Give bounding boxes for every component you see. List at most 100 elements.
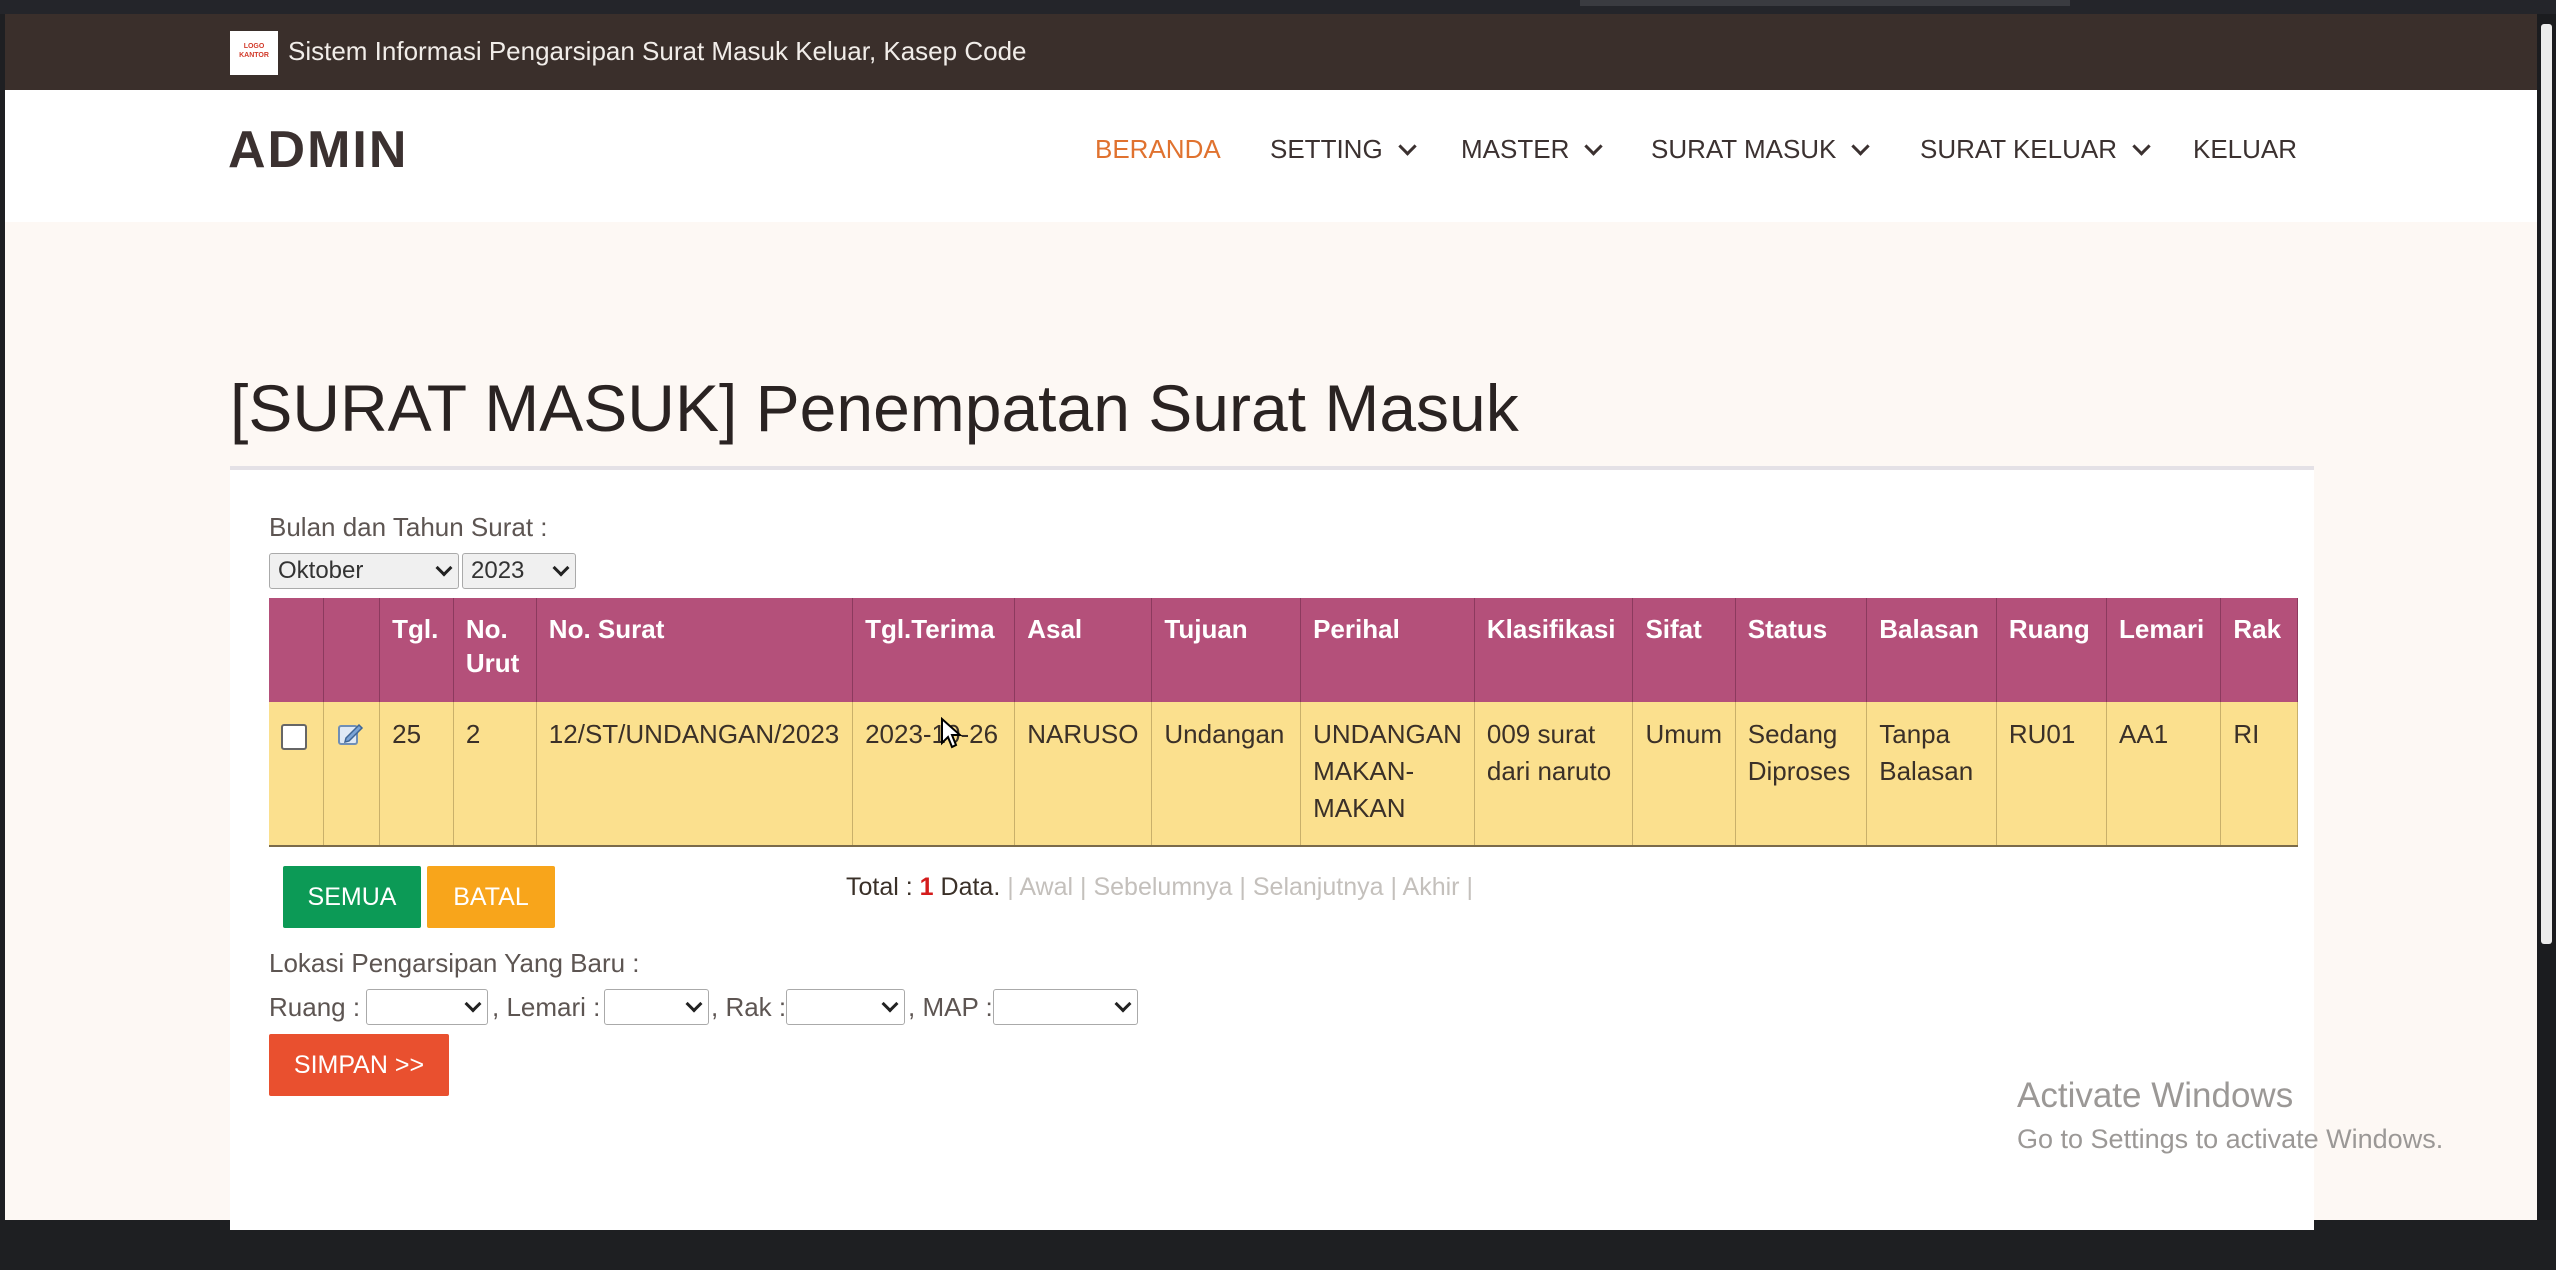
cell-klasifikasi: 009 surat dari naruto bbox=[1474, 702, 1634, 847]
nav-label: MASTER bbox=[1461, 134, 1570, 164]
col-header-tujuan: Tujuan bbox=[1151, 598, 1302, 702]
month-select-value: Oktober bbox=[278, 557, 364, 584]
nav-item-beranda[interactable]: BERANDA bbox=[1095, 134, 1221, 165]
pager-first-link[interactable]: Awal bbox=[1019, 873, 1073, 901]
col-header-balasan: Balasan bbox=[1866, 598, 1997, 702]
lemari-label: , Lemari : bbox=[492, 992, 601, 1022]
cell-perihal: UNDANGAN MAKAN-MAKAN bbox=[1300, 702, 1475, 847]
brand-logo[interactable]: ADMIN bbox=[228, 120, 408, 180]
pager-count: 1 bbox=[919, 873, 934, 901]
lemari-select[interactable] bbox=[604, 989, 709, 1025]
nav-item-keluar[interactable]: KELUAR bbox=[2193, 134, 2297, 165]
nav-label: SETTING bbox=[1270, 134, 1383, 164]
col-header-no-surat: No. Surat bbox=[536, 598, 854, 702]
chevron-down-icon bbox=[1114, 995, 1132, 1013]
browser-chrome bbox=[0, 0, 2556, 14]
content-card: Bulan dan Tahun Surat : Oktober 2023 Tgl… bbox=[230, 466, 2314, 1230]
col-header-sifat: Sifat bbox=[1632, 598, 1736, 702]
ruang-label: Ruang : bbox=[269, 992, 361, 1022]
pager-last-link[interactable]: Akhir bbox=[1403, 873, 1460, 901]
nav-item-master[interactable]: MASTER bbox=[1461, 134, 1604, 165]
chevron-down-icon bbox=[435, 559, 453, 577]
row-action-cell bbox=[323, 702, 381, 847]
chevron-down-icon bbox=[464, 995, 482, 1013]
page-scrollbar[interactable] bbox=[2537, 14, 2556, 1220]
col-header-status: Status bbox=[1735, 598, 1868, 702]
cell-no-urut: 2 bbox=[453, 702, 537, 847]
chevron-down-icon bbox=[881, 995, 899, 1013]
main-content: [SURAT MASUK] Penempatan Surat Masuk Bul… bbox=[5, 222, 2537, 1230]
col-header-action bbox=[323, 598, 381, 702]
map-select[interactable] bbox=[993, 989, 1138, 1025]
col-header-tgl-terima: Tgl.Terima bbox=[852, 598, 1016, 702]
filter-label: Bulan dan Tahun Surat : bbox=[269, 512, 548, 542]
col-header-rak: Rak bbox=[2220, 598, 2298, 702]
col-header-ruang: Ruang bbox=[1996, 598, 2108, 702]
map-label: , MAP : bbox=[908, 992, 993, 1022]
col-header-select bbox=[269, 598, 324, 702]
browser-tab-strip bbox=[1580, 0, 2070, 6]
chevron-down-icon bbox=[2132, 137, 2151, 156]
semua-button[interactable]: SEMUA bbox=[283, 866, 421, 928]
cell-rak: RI bbox=[2220, 702, 2298, 847]
col-header-no-urut: No. Urut bbox=[453, 598, 537, 702]
pagination: Total : 1 Data. | Awal | Sebelumnya | Se… bbox=[846, 873, 1473, 902]
top-info-bar: LOGO KANTOR Sistem Informasi Pengarsipan … bbox=[5, 14, 2537, 90]
cell-sifat: Umum bbox=[1632, 702, 1736, 847]
year-select[interactable]: 2023 bbox=[462, 553, 576, 589]
nav-item-surat-masuk[interactable]: SURAT MASUK bbox=[1651, 134, 1871, 165]
windows-watermark-title: Activate Windows bbox=[2017, 1076, 2294, 1115]
pager-separator: | bbox=[1390, 873, 1397, 901]
nav-label: SURAT KELUAR bbox=[1920, 134, 2117, 164]
col-header-perihal: Perihal bbox=[1300, 598, 1475, 702]
cell-tujuan: Undangan bbox=[1151, 702, 1302, 847]
col-header-asal: Asal bbox=[1014, 598, 1153, 702]
table-row: 25 2 12/ST/UNDANGAN/2023 2023-10-26 NARU… bbox=[269, 702, 2298, 847]
row-select-cell bbox=[269, 702, 324, 847]
col-header-tgl: Tgl. bbox=[379, 598, 454, 702]
location-label: Lokasi Pengarsipan Yang Baru : bbox=[269, 948, 640, 978]
pager-separator: | bbox=[1007, 873, 1014, 901]
table-header-row: Tgl. No. Urut No. Surat Tgl.Terima Asal … bbox=[269, 598, 2298, 702]
chevron-down-icon bbox=[1584, 137, 1604, 156]
site-title: Sistem Informasi Pengarsipan Surat Masuk… bbox=[288, 36, 1027, 66]
simpan-button[interactable]: SIMPAN >> bbox=[269, 1034, 449, 1096]
ruang-select[interactable] bbox=[366, 989, 488, 1025]
cell-asal: NARUSO bbox=[1014, 702, 1153, 847]
pager-data-label: Data. bbox=[940, 873, 1001, 901]
col-header-klasifikasi: Klasifikasi bbox=[1474, 598, 1634, 702]
mouse-cursor-icon bbox=[941, 717, 962, 749]
batal-button[interactable]: BATAL bbox=[427, 866, 555, 928]
pager-prev-link[interactable]: Sebelumnya bbox=[1093, 873, 1232, 901]
main-navbar: ADMIN BERANDA SETTING MASTER SURAT MASUK… bbox=[5, 90, 2537, 222]
cell-tgl-terima: 2023-10-26 bbox=[852, 702, 1016, 847]
pager-separator: | bbox=[1239, 873, 1246, 901]
cell-ruang: RU01 bbox=[1996, 702, 2108, 847]
page-title: [SURAT MASUK] Penempatan Surat Masuk bbox=[230, 371, 1519, 445]
nav-item-surat-keluar[interactable]: SURAT KELUAR bbox=[1920, 134, 2151, 165]
rak-select[interactable] bbox=[786, 989, 905, 1025]
edit-document-icon[interactable] bbox=[336, 720, 364, 748]
scrollbar-thumb[interactable] bbox=[2541, 24, 2552, 944]
chevron-down-icon bbox=[552, 559, 570, 577]
cell-tgl: 25 bbox=[379, 702, 454, 847]
nav-label: SURAT MASUK bbox=[1651, 134, 1837, 164]
nav-label: BERANDA bbox=[1095, 134, 1221, 164]
nav-item-setting[interactable]: SETTING bbox=[1270, 134, 1417, 165]
chevron-down-icon bbox=[1397, 137, 1417, 156]
col-header-lemari: Lemari bbox=[2106, 598, 2222, 702]
nav-label: KELUAR bbox=[2193, 134, 2298, 164]
card-inner: Bulan dan Tahun Surat : Oktober 2023 Tgl… bbox=[230, 470, 2298, 1270]
row-checkbox[interactable] bbox=[281, 724, 307, 750]
windows-watermark-subtitle: Go to Settings to activate Windows. bbox=[2017, 1124, 2444, 1154]
pager-separator: | bbox=[1080, 873, 1087, 901]
cell-status: Sedang Diproses bbox=[1735, 702, 1868, 847]
office-logo: LOGO KANTOR bbox=[230, 31, 278, 75]
cell-no-surat: 12/ST/UNDANGAN/2023 bbox=[536, 702, 854, 847]
year-select-value: 2023 bbox=[471, 557, 525, 584]
cell-balasan: Tanpa Balasan bbox=[1866, 702, 1997, 847]
chevron-down-icon bbox=[1851, 137, 1871, 156]
pager-next-link[interactable]: Selanjutnya bbox=[1253, 873, 1384, 901]
pager-separator: | bbox=[1466, 873, 1473, 901]
month-select[interactable]: Oktober bbox=[269, 553, 459, 589]
